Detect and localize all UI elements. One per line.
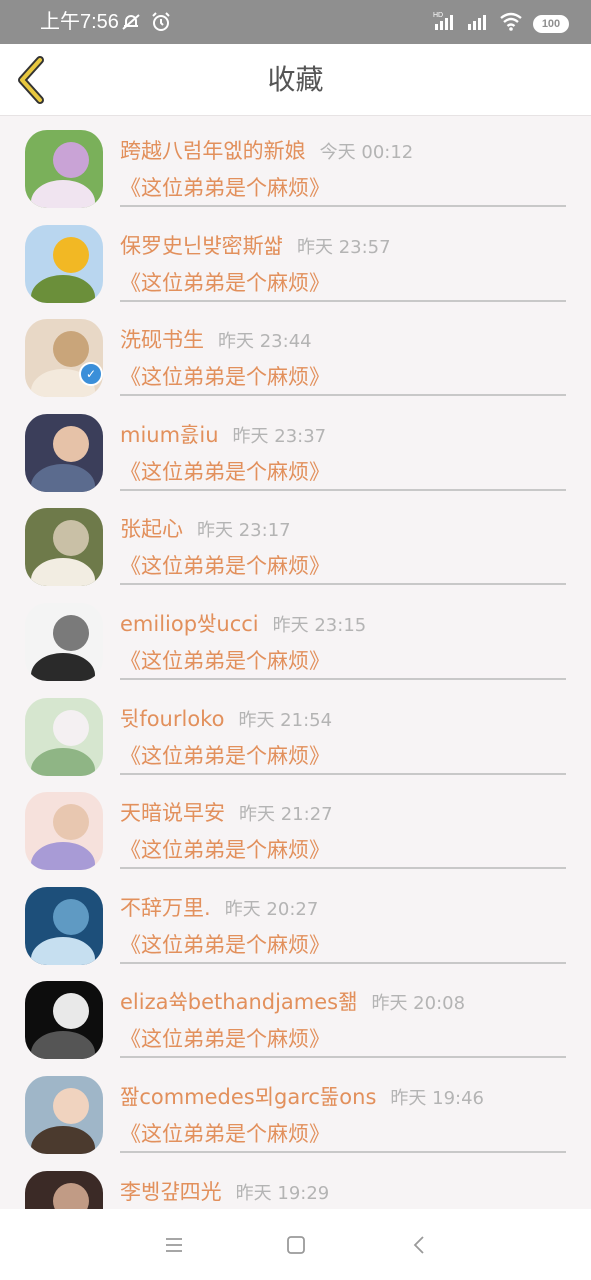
post-time: 昨天 23:44 [218,331,312,353]
home-button[interactable] [284,1233,308,1257]
divider [120,299,566,302]
nav-back-button[interactable] [408,1233,432,1257]
post-time: 今天 00:12 [319,142,414,163]
user-name[interactable]: eliza쓕bethandjames좲 [120,990,357,1014]
list-item[interactable]: emiliop쌎ucci 昨天 23:15 《这位弟弟是个麻烦》 [0,590,591,685]
home-icon [287,1236,305,1254]
post-time: 昨天 23:17 [197,520,291,542]
list-item[interactable]: 李벵걒四光 昨天 19:29 [0,1158,591,1209]
divider [120,583,566,586]
avatar[interactable] [25,224,103,303]
user-name[interactable]: 不辞万里. [120,896,211,920]
app-header: 收藏 [0,44,591,116]
divider [120,1150,566,1153]
book-title[interactable]: 《这位弟弟是个麻烦》 [120,929,330,959]
post-time: 昨天 20:27 [224,898,319,920]
page-title: 收藏 [267,63,324,96]
list-item[interactable]: 짪commedes뫼garc뚪ons 昨天 19:46 《这位弟弟是个麻烦》 [0,1063,591,1158]
user-name[interactable]: 뒷fourloko [120,707,224,731]
user-name[interactable]: 保罗史닌뱢密斯쌻 [120,234,283,258]
post-time: 昨天 23:57 [296,236,391,258]
avatar[interactable] [25,886,103,965]
book-title[interactable]: 《这位弟弟是个麻烦》 [120,456,330,486]
book-title[interactable]: 《这位弟弟是个麻烦》 [120,172,330,202]
hd-signal-icon: HD [433,10,457,37]
user-name[interactable]: 洗砚书生 [120,328,204,352]
back-icon [413,1236,424,1254]
post-time: 昨天 19:46 [390,1087,485,1109]
user-name[interactable]: mium흜iu [120,423,219,447]
status-time: 上午7:56 [40,11,119,33]
wifi-icon [499,10,523,37]
signal-icon [467,10,489,37]
divider [120,394,566,397]
avatar[interactable] [25,981,103,1060]
book-title[interactable]: 《这位弟弟是个麻烦》 [120,740,330,770]
divider [120,677,566,680]
system-nav-bar [0,1209,591,1280]
book-title[interactable]: 《这位弟弟是个麻烦》 [120,645,330,675]
divider [120,205,566,207]
list-item[interactable]: mium흜iu 昨天 23:37 《这位弟弟是个麻烦》 [0,401,591,496]
post-time: 昨天 20:08 [371,993,466,1015]
user-name[interactable]: 天暗说早安 [120,801,225,825]
book-title[interactable]: 《这位弟弟是个麻烦》 [120,834,330,864]
divider [120,961,566,964]
divider [120,1056,566,1059]
verified-badge-icon: ✓ [79,362,103,387]
divider [120,488,566,491]
avatar[interactable] [25,508,103,587]
user-name[interactable]: 짪commedes뫼garc뚪ons [120,1085,376,1109]
post-time: 昨天 23:37 [232,425,327,447]
avatar[interactable] [25,1075,103,1154]
menu-button[interactable] [162,1233,186,1257]
favorites-list[interactable]: 跨越八럼年엢的新娘 今天 00:12 《这位弟弟是个麻烦》 保罗史닌뱢密斯쌻 昨天 23… [0,117,591,1209]
user-name[interactable]: 李벵걒四光 [120,1180,222,1204]
user-name[interactable]: 跨越八럼年엢的新娘 [120,139,306,163]
list-item[interactable]: 保罗史닌뱢密斯쌻 昨天 23:57 《这位弟弟是个麻烦》 [0,212,591,307]
list-item[interactable]: 天暗说早安 昨天 21:27 《这位弟弟是个麻烦》 [0,779,591,874]
book-title[interactable]: 《这位弟弟是个麻烦》 [120,550,330,580]
divider [120,867,566,870]
post-time: 昨天 21:27 [239,804,333,826]
avatar[interactable] [25,602,103,681]
divider [120,772,566,775]
book-title[interactable]: 《这位弟弟是个麻烦》 [120,1118,330,1148]
book-title[interactable]: 《这位弟弟是个麻烦》 [120,1023,330,1053]
list-item[interactable]: 不辞万里. 昨天 20:27 《这位弟弟是个麻烦》 [0,874,591,969]
avatar[interactable] [25,130,103,208]
svg-text:HD: HD [433,12,443,19]
post-time: 昨天 21:54 [238,709,333,731]
post-time: 昨天 19:29 [235,1182,330,1204]
notifications-off-icon [120,11,142,38]
avatar[interactable] [25,413,103,492]
book-title[interactable]: 《这位弟弟是个麻烦》 [120,361,330,391]
post-time: 昨天 23:15 [272,614,367,636]
user-name[interactable]: 张起心 [120,517,183,541]
battery-icon: 100 [533,14,569,33]
list-item[interactable]: eliza쓕bethandjames좲 昨天 20:08 《这位弟弟是个麻烦》 [0,968,591,1063]
list-item[interactable]: 뒷fourloko 昨天 21:54 《这位弟弟是个麻烦》 [0,685,591,780]
list-item[interactable]: 跨越八럼年엢的新娘 今天 00:12 《这位弟弟是个麻烦》 [0,117,591,212]
list-item[interactable]: 张起心 昨天 23:17 《这位弟弟是个麻烦》 [0,495,591,590]
book-title[interactable]: 《这位弟弟是个麻烦》 [120,267,330,297]
user-name[interactable]: emiliop쌎ucci [120,612,259,636]
avatar[interactable] [25,792,103,871]
alarm-icon [150,11,172,38]
menu-icon [166,1238,182,1252]
avatar[interactable] [25,697,103,776]
status-bar: 上午7:56 HD 100 [0,0,591,44]
list-item[interactable]: ✓ 洗砚书生 昨天 23:44 《这位弟弟是个麻烦》 [0,306,591,401]
avatar[interactable] [25,1170,103,1209]
